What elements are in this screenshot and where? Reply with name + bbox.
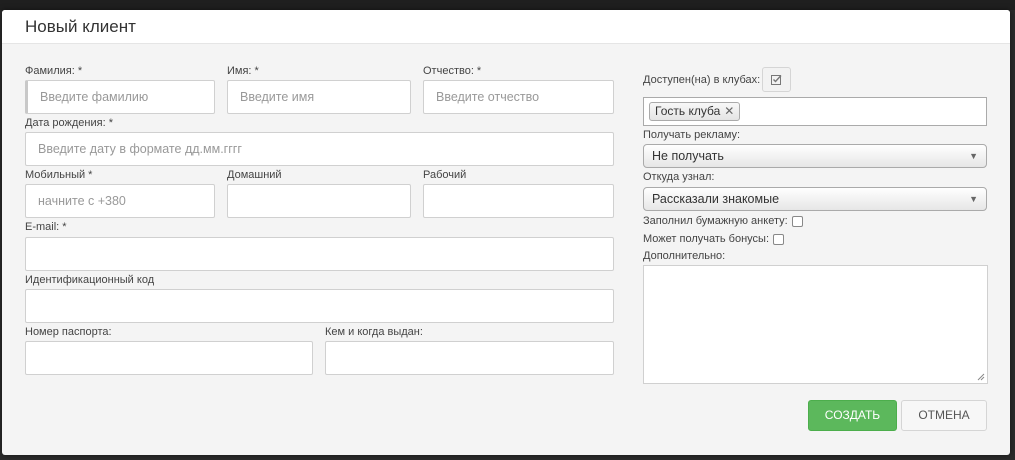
passport-input[interactable] (25, 341, 313, 375)
source-label: Откуда узнал: (643, 171, 715, 183)
modal-header: Новый клиент (2, 10, 1010, 44)
bonuses-checkbox[interactable] (773, 234, 784, 245)
remove-tag-icon[interactable]: ✕ (724, 104, 734, 118)
home-phone-label: Домашний (227, 169, 282, 181)
club-tag: Гость клуба ✕ (649, 102, 741, 121)
clubs-label: Доступен(на) в клубах: (643, 74, 761, 86)
select-all-clubs-button[interactable] (762, 67, 791, 92)
cancel-button[interactable]: Отмена (901, 400, 987, 431)
resize-grip-icon[interactable] (977, 373, 985, 381)
paper-form-label: Заполнил бумажную анкету: (643, 215, 788, 227)
last-name-label: Фамилия: * (25, 65, 83, 77)
issued-by-label: Кем и когда выдан: (325, 326, 423, 338)
home-phone-input[interactable] (227, 184, 411, 218)
email-input[interactable] (25, 237, 614, 271)
last-name-input[interactable]: Введите фамилию (25, 80, 215, 114)
new-client-modal: Новый клиент Фамилия: * Введите фамилию … (2, 10, 1010, 455)
clubs-multiselect[interactable]: Гость клуба ✕ (643, 97, 987, 126)
birth-date-input[interactable]: Введите дату в формате дд.мм.гггг (25, 132, 614, 166)
patronymic-label: Отчество: * (423, 65, 482, 77)
id-code-input[interactable] (25, 289, 614, 323)
work-phone-label: Рабочий (423, 169, 467, 181)
ads-select[interactable]: Не получать ▼ (643, 144, 987, 168)
ads-select-value: Не получать (652, 149, 724, 163)
passport-label: Номер паспорта: (25, 326, 112, 338)
ads-label: Получать рекламу: (643, 129, 741, 141)
work-phone-input[interactable] (423, 184, 614, 218)
mobile-label: Мобильный * (25, 169, 93, 181)
first-name-label: Имя: * (227, 65, 259, 77)
email-label: E-mail: * (25, 221, 67, 233)
chevron-down-icon: ▼ (969, 151, 978, 161)
patronymic-input[interactable]: Введите отчество (423, 80, 614, 114)
bonuses-label: Может получать бонусы: (643, 233, 770, 245)
extra-label: Дополнительно: (643, 250, 726, 262)
paper-form-checkbox[interactable] (792, 216, 803, 227)
create-button[interactable]: Создать (808, 400, 897, 431)
chevron-down-icon: ▼ (969, 194, 978, 204)
mobile-input[interactable]: начните с +380 (25, 184, 215, 218)
background-strip (0, 0, 1015, 10)
birth-date-label: Дата рождения: * (25, 117, 113, 129)
extra-textarea[interactable] (643, 265, 988, 384)
modal-title: Новый клиент (25, 17, 136, 36)
source-select-value: Рассказали знакомые (652, 192, 780, 206)
id-code-label: Идентификационный код (25, 274, 155, 286)
issued-by-input[interactable] (325, 341, 614, 375)
first-name-input[interactable]: Введите имя (227, 80, 411, 114)
check-square-icon (771, 72, 782, 86)
source-select[interactable]: Рассказали знакомые ▼ (643, 187, 987, 211)
club-tag-label: Гость клуба (655, 104, 721, 118)
